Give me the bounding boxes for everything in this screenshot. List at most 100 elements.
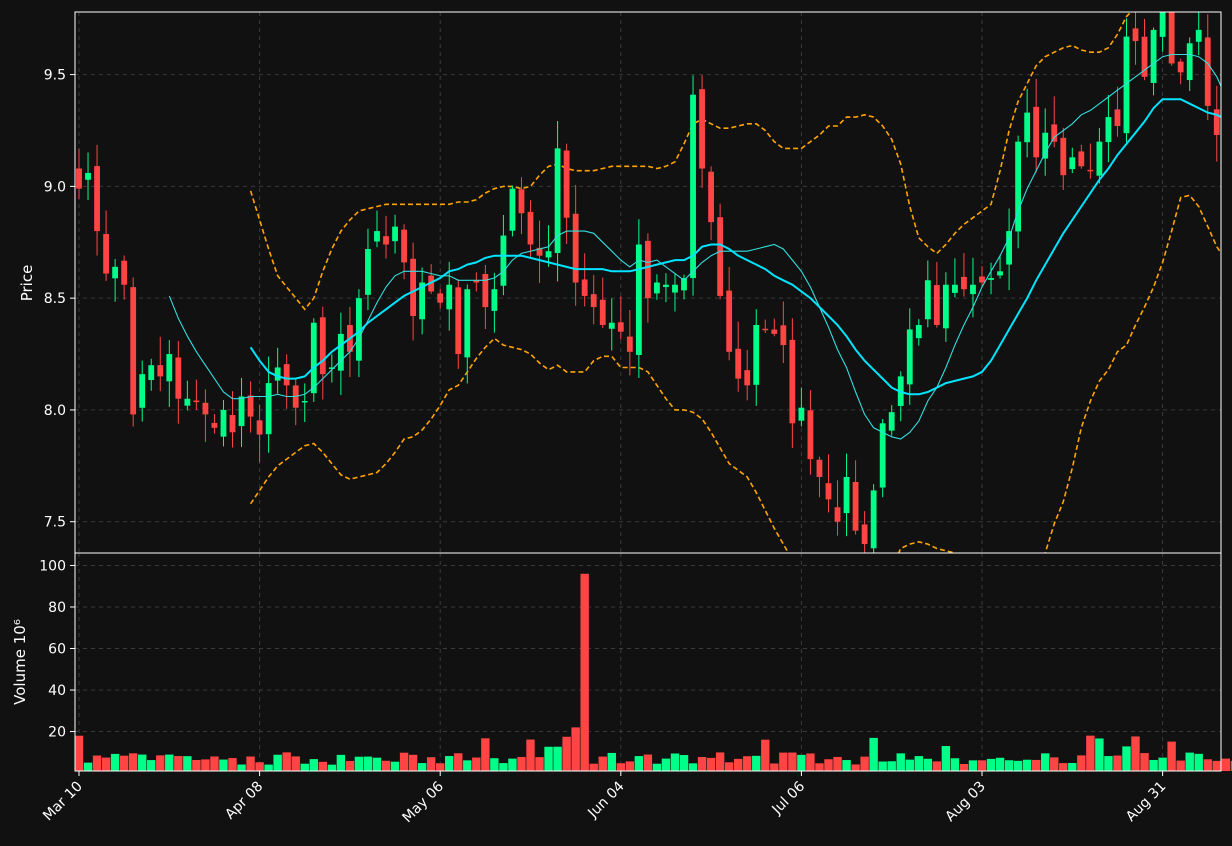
volume-bar <box>1014 761 1022 771</box>
candle-body <box>789 340 795 423</box>
volume-bar <box>454 753 462 771</box>
candle-body <box>519 189 525 213</box>
candle-body <box>1151 30 1157 83</box>
candle-body <box>302 401 308 403</box>
volume-bar <box>662 759 670 771</box>
volume-bar <box>1122 746 1130 771</box>
candle-body <box>952 285 958 293</box>
chart: 7.58.08.59.09.5 20406080100 Mar 10Apr 08… <box>0 0 1232 842</box>
volume-bar <box>1185 753 1193 771</box>
volume-bar <box>869 738 877 771</box>
volume-bar <box>165 755 173 771</box>
volume-bar <box>1095 738 1103 771</box>
volume-bar <box>192 760 200 771</box>
volume-bar <box>183 756 191 771</box>
volume-bar <box>716 752 724 771</box>
candle-body <box>1133 28 1139 41</box>
candle-body <box>835 507 841 521</box>
volume-bar <box>373 758 381 771</box>
volume-bar <box>1176 761 1184 771</box>
volume-bar <box>580 574 588 771</box>
candle-body <box>464 289 470 357</box>
volume-bar <box>644 755 652 771</box>
candle-body <box>392 227 398 242</box>
volume-bar <box>860 757 868 771</box>
volume-bar <box>156 755 164 771</box>
candle-body <box>1205 38 1211 106</box>
candle-body <box>491 289 497 311</box>
candle-body <box>94 166 100 231</box>
candle-body <box>1069 157 1075 169</box>
candle-body <box>1051 124 1057 141</box>
candle-body <box>374 231 380 241</box>
volume-tick-label: 80 <box>48 600 66 616</box>
price-tick-label: 9.0 <box>44 179 66 195</box>
volume-bar <box>770 763 778 771</box>
volume-bar <box>978 760 986 771</box>
volume-bar <box>996 758 1004 771</box>
volume-bar <box>328 765 336 771</box>
candle-body <box>645 241 651 298</box>
candle-body <box>437 293 443 302</box>
candle-body <box>970 285 976 294</box>
volume-bar <box>725 762 733 771</box>
candle-body <box>1160 12 1166 37</box>
candle-body <box>230 415 236 432</box>
volume-bar <box>788 753 796 771</box>
volume-bar <box>942 746 950 771</box>
volume-bar <box>93 756 101 771</box>
candle-body <box>320 317 326 374</box>
volume-tick-label: 20 <box>48 725 66 741</box>
volume-bar <box>228 758 236 771</box>
volume-bar <box>734 759 742 771</box>
volume-bar <box>508 759 516 771</box>
volume-bar <box>400 753 408 771</box>
volume-bar <box>851 764 859 771</box>
candle-body <box>582 279 588 295</box>
volume-bar <box>255 762 263 771</box>
candle-body <box>1142 37 1148 77</box>
volume-bar <box>1077 755 1085 771</box>
candle-body <box>401 230 407 263</box>
volume-bar <box>382 761 390 771</box>
volume-bar <box>815 763 823 771</box>
candle-body <box>203 403 209 415</box>
volume-bar <box>301 764 309 771</box>
volume-bar <box>102 758 110 771</box>
volume-bar <box>1204 759 1212 771</box>
candle-body <box>780 325 786 345</box>
candle-body <box>753 325 759 385</box>
volume-bar <box>1113 756 1121 771</box>
volume-bar <box>1032 760 1040 771</box>
candle-body <box>564 151 570 218</box>
candle-body <box>862 525 868 545</box>
volume-bar <box>635 756 643 771</box>
candle-body <box>1006 231 1012 264</box>
volume-bar <box>147 760 155 771</box>
volume-bar <box>490 758 498 771</box>
volume-bar <box>517 757 525 771</box>
candle-body <box>808 410 814 459</box>
volume-bar <box>878 762 886 771</box>
volume-bar <box>951 758 959 771</box>
volume-tick-label: 60 <box>48 642 66 658</box>
candle-body <box>600 300 606 325</box>
candle-body <box>365 249 371 295</box>
candle-body <box>121 261 127 285</box>
volume-bar <box>1059 763 1067 771</box>
candle-body <box>1087 170 1093 172</box>
volume-bar <box>174 756 182 771</box>
volume-bar <box>1222 759 1230 771</box>
candle-body <box>1178 62 1184 73</box>
volume-bar <box>337 755 345 771</box>
candle-body <box>708 172 714 222</box>
volume-bar <box>436 763 444 771</box>
volume-bar <box>364 757 372 771</box>
candle-body <box>103 234 109 274</box>
volume-bar <box>653 764 661 771</box>
candle-body <box>961 277 967 289</box>
volume-bar <box>1213 761 1221 771</box>
candle-body <box>1115 109 1121 126</box>
volume-bar <box>680 755 688 771</box>
candle-body <box>889 412 895 430</box>
